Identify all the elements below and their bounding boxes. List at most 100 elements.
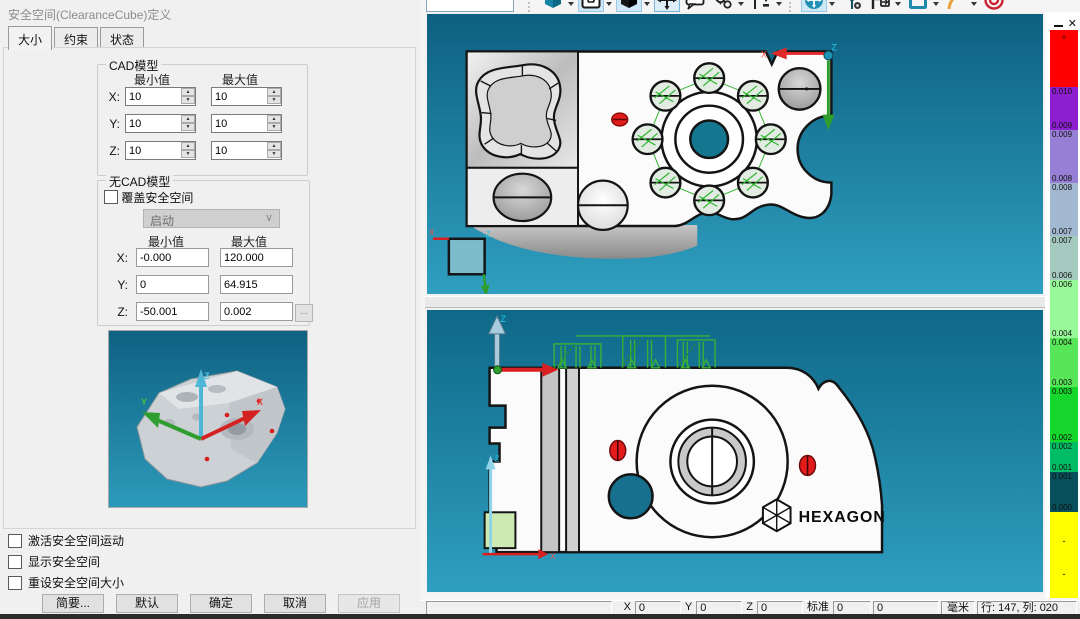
probe-utilities-icon[interactable]	[710, 0, 736, 12]
graphics-pan-icon[interactable]	[801, 0, 827, 12]
cad-elements-icon[interactable]	[540, 0, 566, 12]
checkbox-icon[interactable]	[8, 555, 22, 569]
mode-dropdown[interactable]: 启动 ∨	[143, 209, 280, 228]
feature-locate-icon[interactable]	[867, 0, 893, 12]
checkbox-icon[interactable]	[8, 534, 22, 548]
window-bottom-edge	[0, 614, 1080, 619]
svg-text:Z: Z	[204, 371, 210, 381]
nocad-x-label: X:	[108, 251, 128, 265]
viewport-bottom[interactable]: HEXAGON Z	[425, 308, 1045, 594]
target-icon[interactable]	[981, 0, 1007, 12]
nocad-z-max-input[interactable]	[220, 302, 293, 321]
dropdown-caret-icon[interactable]	[738, 2, 744, 9]
cancel-button[interactable]: 取消	[264, 594, 326, 613]
spinner-icon[interactable]: ▲▼	[181, 88, 195, 103]
main-toolbar: ∨	[420, 0, 1080, 12]
override-clearance-checkbox[interactable]: 覆盖安全空间	[104, 189, 193, 206]
nocad-x-max-input[interactable]	[220, 248, 293, 267]
close-icon[interactable]: ✕	[1068, 18, 1077, 30]
status-units: 毫米	[941, 601, 975, 615]
status-standard-label: 标准	[804, 601, 832, 615]
dropdown-caret-icon[interactable]	[568, 2, 574, 9]
dropdown-caret-icon[interactable]	[644, 2, 650, 9]
nocad-x-min-input[interactable]	[136, 248, 209, 267]
status-bar: X 0 Y 0 Z 0 标准 0 0 毫米 行: 147, 列: 020	[420, 600, 1080, 615]
svg-text:X: X	[761, 49, 767, 59]
dropdown-caret-icon[interactable]	[606, 2, 612, 9]
clearance-cube-preview: Z X Y	[108, 330, 308, 508]
status-x-value: 0	[635, 601, 681, 615]
status-extra-value: 0	[873, 601, 939, 615]
svg-text:Z: Z	[831, 43, 837, 53]
scale-band-0003: 0.0030.002	[1050, 387, 1078, 442]
spinner-icon[interactable]: ▲▼	[181, 115, 195, 130]
part-side-view[interactable]: HEXAGON	[490, 368, 886, 552]
comment-icon[interactable]	[682, 0, 708, 12]
spinner-icon[interactable]: ▲▼	[181, 142, 195, 157]
nocad-y-min-input[interactable]	[136, 275, 209, 294]
activate-clearance-motion-option[interactable]: 激活安全空间运动	[8, 532, 124, 549]
show-clearance-cube-label: 显示安全空间	[28, 553, 100, 570]
nocad-y-label: Y:	[108, 278, 128, 292]
curve-mode-icon[interactable]	[943, 0, 969, 12]
graphics-area: ∨	[420, 0, 1080, 614]
reset-clearance-size-option[interactable]: 重设安全空间大小	[8, 574, 124, 591]
checkbox-icon[interactable]	[8, 576, 22, 590]
dropdown-caret-icon[interactable]	[829, 2, 835, 9]
part-top-view[interactable]	[467, 51, 832, 229]
solid-view-icon[interactable]	[616, 0, 642, 12]
apply-button[interactable]: 应用	[338, 594, 400, 613]
nocad-z-min-input[interactable]	[136, 302, 209, 321]
scale-band-0010: 0.0100.009	[1050, 87, 1078, 130]
dropdown-caret-icon[interactable]	[895, 2, 901, 9]
chevron-down-icon: ∨	[265, 211, 273, 224]
clearance-cube-dialog: 安全空间(ClearanceCube)定义 大小 约束 状态 CAD模型 最小值…	[0, 0, 421, 614]
top-view-scene: X Z X Z	[427, 14, 1043, 294]
dropdown-caret-icon[interactable]	[933, 2, 939, 9]
status-standard-value: 0	[833, 601, 871, 615]
activate-clearance-motion-label: 激活安全空间运动	[28, 532, 124, 549]
loop-mode-icon[interactable]	[905, 0, 931, 12]
svg-text:X: X	[257, 397, 263, 407]
min-header: 最小值	[134, 71, 170, 88]
reset-clearance-size-label: 重设安全空间大小	[28, 574, 124, 591]
view-preset-combo[interactable]: ∨	[426, 0, 514, 12]
no-cad-legend: 无CAD模型	[106, 173, 173, 190]
spinner-icon[interactable]: ▲▼	[267, 88, 281, 103]
nocad-y-max-input[interactable]	[220, 275, 293, 294]
svg-text:Z: Z	[495, 454, 500, 463]
svg-text:X: X	[429, 228, 435, 237]
show-clearance-cube-option[interactable]: 显示安全空间	[8, 553, 100, 570]
ok-button[interactable]: 确定	[190, 594, 252, 613]
scale-band-0001: 0.0010.000	[1050, 472, 1078, 512]
view-setup-icon[interactable]	[578, 0, 604, 12]
viewport-top[interactable]: X Z X Z	[425, 12, 1045, 296]
checkbox-icon[interactable]	[104, 190, 118, 204]
probe-changer-icon[interactable]	[748, 0, 774, 12]
pan-view-icon[interactable]	[654, 0, 680, 12]
browse-button[interactable]: ...	[295, 304, 313, 322]
graphics-window-controls: ✕	[1045, 12, 1080, 30]
spinner-icon[interactable]: ▲▼	[267, 115, 281, 130]
dropdown-caret-icon[interactable]	[776, 2, 782, 9]
svg-text:HEXAGON: HEXAGON	[799, 509, 886, 526]
summary-button[interactable]: 简要...	[42, 594, 104, 613]
status-z-value: 0	[757, 601, 803, 615]
cad-model-group: CAD模型 最小值 最大值 X: ▲▼ ▲▼ Y: ▲▼ ▲▼ Z: ▲▼ ▲▼	[97, 64, 308, 176]
tab-size[interactable]: 大小	[8, 26, 52, 50]
dropdown-caret-icon[interactable]	[971, 2, 977, 9]
toolbar-separator	[789, 0, 796, 12]
default-button[interactable]: 默认	[116, 594, 178, 613]
status-caret-position: 行: 147, 列: 020	[977, 601, 1077, 615]
cad-y-label: Y:	[100, 117, 120, 131]
gray-circle-feature	[779, 68, 821, 109]
viewport-splitter[interactable]	[425, 296, 1045, 308]
spinner-icon[interactable]: ▲▼	[267, 142, 281, 157]
scale-band-0007: 0.0070.006	[1050, 236, 1078, 280]
status-z-label: Z	[743, 601, 756, 615]
path-options-icon[interactable]	[839, 0, 865, 12]
svg-text:Y: Y	[141, 397, 147, 407]
minimize-icon[interactable]	[1054, 19, 1063, 27]
svg-text:Z: Z	[486, 230, 491, 239]
chevron-down-icon: ∨	[503, 0, 510, 2]
